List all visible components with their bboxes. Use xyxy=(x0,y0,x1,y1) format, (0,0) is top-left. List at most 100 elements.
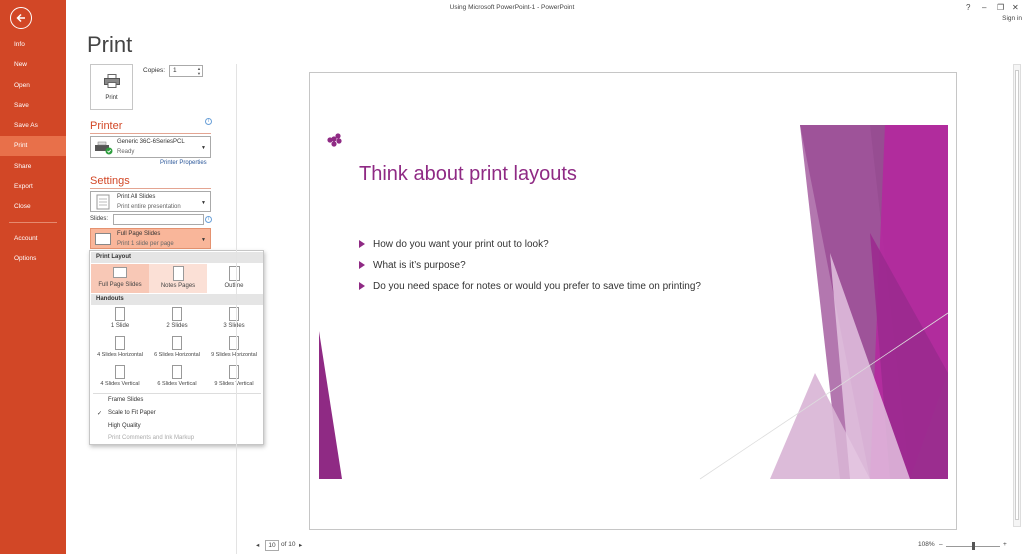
window-title: Using Microsoft PowerPoint-1 - PowerPoin… xyxy=(449,4,575,11)
page-total: of 10 xyxy=(281,541,296,548)
scale-to-fit-option[interactable]: Scale to Fit Paper xyxy=(108,410,156,416)
info-icon[interactable]: i xyxy=(205,216,212,223)
printer-heading: Printer xyxy=(90,120,123,132)
preview-scrollbar[interactable] xyxy=(1013,64,1021,527)
bullet-triangle-icon xyxy=(359,261,365,270)
handout-3-slides[interactable]: 3 Slides xyxy=(205,307,263,329)
print-button-label: Print xyxy=(105,95,118,101)
layout-notes-pages[interactable]: Notes Pages xyxy=(149,264,207,293)
copies-stepper[interactable]: 1 ▲ ▼ xyxy=(169,65,203,77)
bullet-triangle-icon xyxy=(359,282,365,291)
close-window-button[interactable]: ✕ xyxy=(1012,3,1019,12)
bullet-item: What is it’s purpose? xyxy=(359,260,466,271)
printer-properties-link[interactable]: Printer Properties xyxy=(160,160,207,166)
next-page-button[interactable]: ▸ xyxy=(299,541,302,549)
handout-6-vertical[interactable]: 6 Slides Vertical xyxy=(148,365,206,387)
handout-page-icon xyxy=(115,307,125,321)
chevron-down-icon: ▼ xyxy=(201,145,206,151)
nav-item-options[interactable]: Options xyxy=(0,249,66,269)
full-page-slide-icon xyxy=(95,233,111,245)
help-button[interactable]: ? xyxy=(966,3,970,12)
nav-item-save-as[interactable]: Save As xyxy=(0,116,66,136)
handout-label: 1 Slide xyxy=(110,323,130,329)
nav-item-new[interactable]: New xyxy=(0,55,66,75)
slides-input[interactable] xyxy=(113,214,204,225)
handout-label: 2 Slides xyxy=(166,323,188,329)
layout-outline[interactable]: Outline xyxy=(205,264,263,293)
handout-page-icon xyxy=(229,336,239,350)
nav-item-export[interactable]: Export xyxy=(0,177,66,197)
bullet-item: How do you want your print out to look? xyxy=(359,239,549,250)
print-range-dropdown[interactable]: Print All Slides Print entire presentati… xyxy=(90,191,211,212)
layout-full-page-slides[interactable]: Full Page Slides xyxy=(91,264,149,293)
printer-divider xyxy=(90,133,211,134)
bullet-triangle-icon xyxy=(359,240,365,249)
slide-background-art xyxy=(319,125,949,480)
restore-button[interactable]: ❐ xyxy=(997,3,1004,12)
print-layout-header: Print Layout xyxy=(91,252,263,263)
printer-dropdown[interactable]: Generic 36C-6SeriesPCL Ready ▼ xyxy=(90,136,211,158)
print-layout-popup: Print Layout Full Page Slides Notes Page… xyxy=(89,250,264,445)
bullet-item: Do you need space for notes or would you… xyxy=(359,281,701,292)
layout-label: Notes Pages xyxy=(160,283,196,289)
nav-item-account[interactable]: Account xyxy=(0,229,66,249)
copies-value: 1 xyxy=(173,67,177,74)
zoom-slider-thumb[interactable] xyxy=(972,542,975,550)
nav-item-open[interactable]: Open xyxy=(0,76,66,96)
notes-page-icon xyxy=(172,266,184,281)
handout-4-horizontal[interactable]: 4 Slides Horizontal xyxy=(91,336,149,358)
printer-icon xyxy=(104,74,120,88)
layout-subtitle: Print 1 slide per page xyxy=(117,241,174,247)
bullet-text: How do you want your print out to look? xyxy=(373,239,549,250)
printer-device-icon xyxy=(95,141,113,155)
handout-6-horizontal[interactable]: 6 Slides Horizontal xyxy=(148,336,206,358)
bullet-text: Do you need space for notes or would you… xyxy=(373,281,701,292)
handout-9-vertical[interactable]: 9 Slides Vertical xyxy=(205,365,263,387)
layout-dropdown[interactable]: Full Page Slides Print 1 slide per page … xyxy=(90,228,211,249)
scrollbar-thumb[interactable] xyxy=(1015,70,1019,520)
handout-1-slide[interactable]: 1 Slide xyxy=(91,307,149,329)
print-range-title: Print All Slides xyxy=(117,194,156,200)
settings-heading: Settings xyxy=(90,175,130,187)
high-quality-option[interactable]: High Quality xyxy=(108,423,141,429)
backstage-nav: Info New Open Save Save As Print Share E… xyxy=(0,0,66,554)
previous-page-button[interactable]: ◂ xyxy=(256,541,259,549)
spin-arrows-icon[interactable]: ▲ ▼ xyxy=(197,66,201,76)
handout-label: 9 Slides Horizontal xyxy=(211,352,257,358)
print-range-subtitle: Print entire presentation xyxy=(117,204,181,210)
nav-item-print[interactable]: Print xyxy=(0,136,66,156)
handout-page-icon xyxy=(172,365,182,379)
powerpoint-print-backstage: Info New Open Save Save As Print Share E… xyxy=(0,0,1024,554)
current-page-input[interactable]: 10 xyxy=(265,540,279,551)
print-button[interactable]: Print xyxy=(90,64,133,110)
nav-item-share[interactable]: Share xyxy=(0,157,66,177)
handout-9-horizontal[interactable]: 9 Slides Horizontal xyxy=(205,336,263,358)
nav-item-info[interactable]: Info xyxy=(0,35,66,55)
layout-label: Full Page Slides xyxy=(98,282,142,288)
frame-slides-option[interactable]: Frame Slides xyxy=(108,397,143,403)
copies-label: Copies: xyxy=(143,67,166,74)
handout-label: 6 Slides Vertical xyxy=(157,381,197,387)
panel-divider xyxy=(236,64,237,554)
printer-name: Generic 36C-6SeriesPCL xyxy=(117,139,185,145)
slides-stack-icon xyxy=(96,194,110,210)
handout-page-icon xyxy=(115,365,125,379)
handout-4-vertical[interactable]: 4 Slides Vertical xyxy=(91,365,149,387)
handout-page-icon xyxy=(115,336,125,350)
zoom-out-button[interactable]: – xyxy=(939,541,943,548)
zoom-in-button[interactable]: + xyxy=(1003,541,1007,548)
page-title: Print xyxy=(87,32,133,57)
nav-item-save[interactable]: Save xyxy=(0,96,66,116)
handout-label: 6 Slides Horizontal xyxy=(154,352,200,358)
back-arrow-icon xyxy=(16,13,25,23)
handout-2-slides[interactable]: 2 Slides xyxy=(148,307,206,329)
bullet-text: What is it’s purpose? xyxy=(373,260,466,271)
sign-in-link[interactable]: Sign in xyxy=(1002,15,1022,22)
handout-page-icon xyxy=(172,336,182,350)
check-icon: ✓ xyxy=(97,411,103,417)
zoom-level[interactable]: 108% xyxy=(918,541,935,548)
minimize-button[interactable]: – xyxy=(982,3,986,12)
nav-item-close[interactable]: Close xyxy=(0,197,66,217)
chevron-down-icon: ▼ xyxy=(201,200,206,206)
info-icon[interactable]: i xyxy=(205,118,212,125)
